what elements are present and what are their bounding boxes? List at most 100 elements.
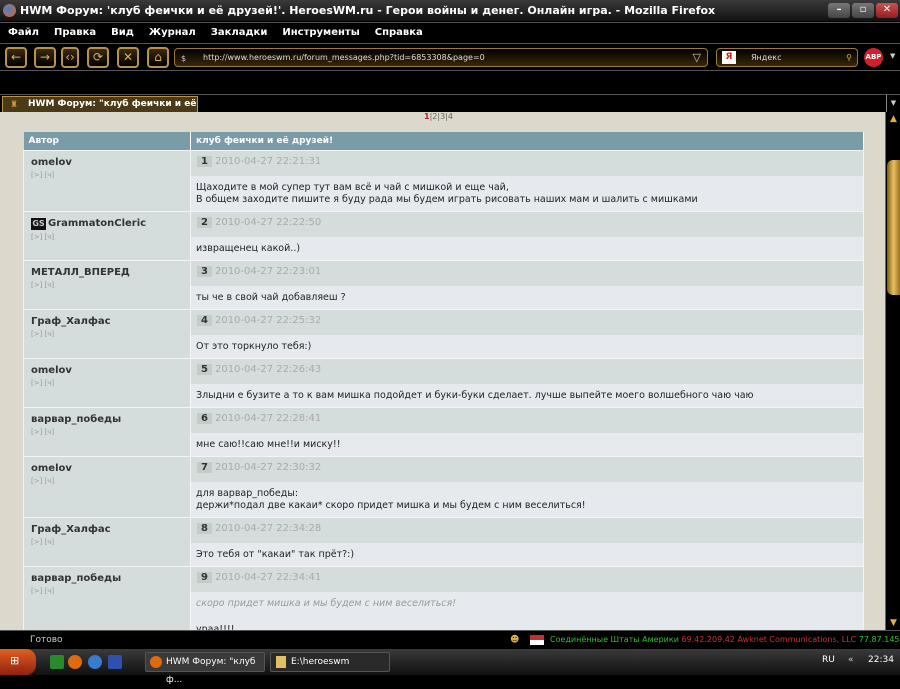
window-title: HWM Форум: 'клуб феички и её друзей!'. H… [20,4,716,17]
author-links[interactable]: [>] [ч] [31,477,183,485]
author-links[interactable]: [>] [ч] [31,233,183,241]
post-date: 2010-04-27 22:34:28 [214,522,322,534]
post-number[interactable]: 9 [197,571,212,583]
post-header: 9 2010-04-27 22:34:41 [191,566,863,592]
post-row: МЕТАЛЛ_ВПЕРЕД [>] [ч] 3 2010-04-27 22:23:… [23,259,864,310]
post-number[interactable]: 1 [197,155,212,167]
author-cell: omelov [>] [ч] [23,149,191,212]
post-row: GS GrammatonCleric [>] [ч] 2 2010-04-27 22… [23,210,864,261]
page-link[interactable]: 4 [448,112,453,121]
author-name[interactable]: варвар_победы [31,573,121,584]
adblock-icon[interactable]: ABP [864,48,883,67]
author-links[interactable]: [>] [ч] [31,587,183,595]
status-bar: Готово ☻ Соединённые Штаты Америки 69.42… [0,630,900,649]
post-number[interactable]: 3 [197,265,212,277]
author-name[interactable]: omelov [31,365,72,376]
tab-hwm-forum[interactable]: ♜ HWM Форум: "клуб феички и её д... [2,96,198,124]
tab-list-icon[interactable]: ▼ [886,95,900,112]
post-header: 7 2010-04-27 22:30:32 [191,456,863,482]
menu-file[interactable]: Файл [8,23,39,42]
scroll-down-icon[interactable]: ▼ [886,618,900,628]
vertical-scrollbar[interactable]: ▲ ▼ [885,112,900,630]
search-icon[interactable]: ⚲ [846,49,852,66]
url-dropdown-icon[interactable]: ▽ [693,49,701,66]
minimize-button[interactable]: – [828,3,850,18]
menu-edit[interactable]: Правка [54,23,96,42]
post-row: omelov [>] [ч] 1 2010-04-27 22:21:31 Щахо… [23,149,864,212]
post-date: 2010-04-27 22:21:31 [214,155,322,167]
post-text-line: От это торкнуло тебя:) [196,340,312,352]
post-number[interactable]: 5 [197,363,212,375]
stop-icon[interactable]: ✕ [117,47,139,68]
menu-bookmarks[interactable]: Закладки [211,23,268,42]
post-cell: 8 2010-04-27 22:34:28 Это тебя от "какаи"… [190,516,864,567]
history-dropdown-icon[interactable]: ‹› [61,47,79,68]
author-cell: Граф_Халфас [>] [ч] [23,516,191,567]
scroll-up-icon[interactable]: ▲ [886,114,900,124]
menu-tools[interactable]: Инструменты [282,23,359,42]
forum-table: Автор клуб феички и её друзей! omelov [>… [23,132,864,630]
post-body: ты че в свой чай добавляеш ? [191,285,863,309]
author-name[interactable]: МЕТАЛЛ_ВПЕРЕД [31,267,130,278]
post-cell: 7 2010-04-27 22:30:32 для варвар_победы: д… [190,455,864,518]
start-button[interactable]: ⊞ [0,649,36,675]
author-links[interactable]: [>] [ч] [31,379,183,387]
task-explorer[interactable]: E:\heroeswm [270,652,390,672]
author-name[interactable]: варвар_победы [31,414,121,425]
close-button[interactable]: ✕ [876,3,898,18]
search-input[interactable]: Я Яндекс ⚲ [716,48,858,67]
author-name[interactable]: omelov [31,463,72,474]
menu-view[interactable]: Вид [111,23,134,42]
menu-help[interactable]: Справка [375,23,423,42]
yandex-icon[interactable]: Я [722,51,736,64]
author-links[interactable]: [>] [ч] [31,538,183,546]
post-number[interactable]: 4 [197,314,212,326]
forward-icon[interactable]: → [34,47,56,68]
back-icon[interactable]: ← [5,47,27,68]
tray-expand-icon[interactable]: « [848,655,854,665]
post-text-line: В общем заходите пишите я буду рада мы б… [196,193,698,205]
home-icon[interactable]: ⌂ [147,47,169,68]
author-name[interactable]: omelov [31,157,72,168]
author-links[interactable]: [>] [ч] [31,428,183,436]
post-header: 1 2010-04-27 22:21:31 [191,150,863,176]
post-body: скоро придет мишка и мы будем с ним весе… [191,591,863,630]
addon-icon[interactable]: ☻ [510,631,519,649]
author-name[interactable]: Граф_Халфас [31,524,111,535]
desktop-quicklaunch-icon[interactable] [108,655,122,669]
post-number[interactable]: 6 [197,412,212,424]
author-column-header: Автор [23,132,191,150]
firefox-quicklaunch-icon[interactable] [68,655,82,669]
menu-bar: Файл Правка Вид Журнал Закладки Инструме… [0,22,900,42]
menu-history[interactable]: Журнал [149,23,196,42]
author-name[interactable]: GrammatonCleric [48,218,146,229]
post-body: Это тебя от "какаи" так прёт?:) [191,542,863,566]
author-links[interactable]: [>] [ч] [31,171,183,179]
author-name[interactable]: Граф_Халфас [31,316,111,327]
page-link[interactable]: 3 [440,112,445,121]
post-row: omelov [>] [ч] 7 2010-04-27 22:30:32 для … [23,455,864,518]
url-text: http://www.heroeswm.ru/forum_messages.ph… [203,53,485,62]
task-label: E:\heroeswm [291,657,350,667]
url-input[interactable]: http://www.heroeswm.ru/forum_messages.ph… [174,48,708,67]
page-link[interactable]: 2 [432,112,437,121]
ie-quicklaunch-icon[interactable] [88,655,102,669]
post-number[interactable]: 8 [197,522,212,534]
restore-button[interactable]: ▫ [852,3,874,18]
language-indicator[interactable]: RU [822,655,835,665]
ip2-text: 77.87.145.73 [858,635,900,644]
reload-icon[interactable]: ⟳ [87,47,109,68]
author-links[interactable]: [>] [ч] [31,330,183,338]
author-links[interactable]: [>] [ч] [31,281,183,289]
author-cell: Граф_Халфас [>] [ч] [23,308,191,359]
post-number[interactable]: 7 [197,461,212,473]
quicklaunch-icon[interactable] [50,655,64,669]
task-firefox[interactable]: HWM Форум: "клуб ф... [145,652,265,685]
post-body: Злыдни е бузите а то к вам мишка подойде… [191,383,863,407]
folder-icon [276,656,286,668]
toolbar-dropdown-icon[interactable]: ▼ [890,52,895,60]
post-number[interactable]: 2 [197,216,212,228]
post-row: Граф_Халфас [>] [ч] 4 2010-04-27 22:25:32… [23,308,864,359]
scroll-thumb[interactable] [887,160,900,295]
post-quote: скоро придет мишка и мы будем с ним весе… [196,597,457,609]
